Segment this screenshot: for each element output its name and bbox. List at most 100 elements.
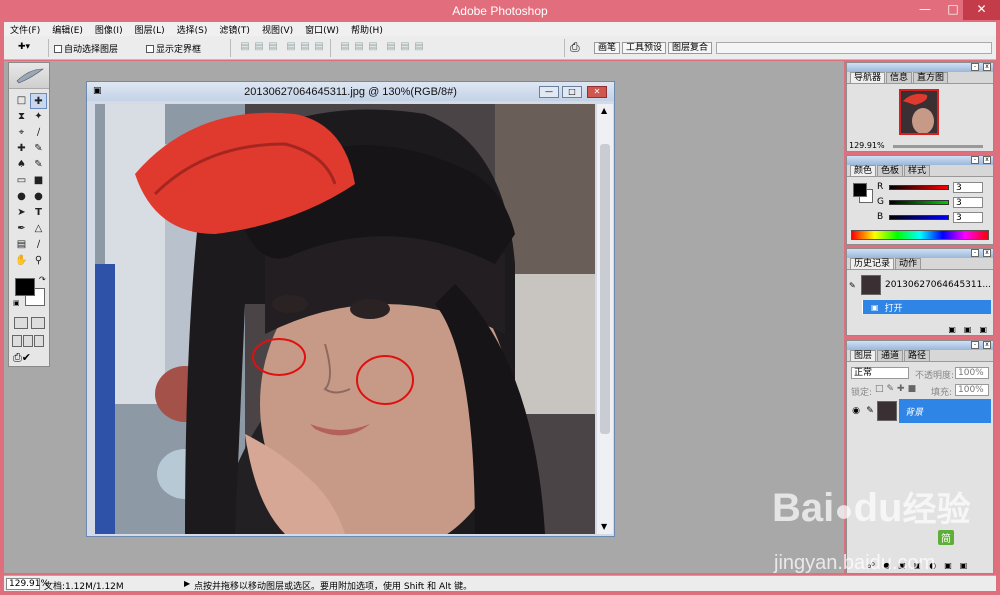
link-icon[interactable]: ☍ [867,561,875,570]
panel-close-icon[interactable]: x [983,341,991,349]
history-brush-source-icon[interactable]: ✎ [849,281,861,290]
navigator-zoom[interactable]: 129.91% [849,141,889,151]
eye-icon[interactable]: ◉ [849,406,863,416]
align-hcenter-icon[interactable]: ▤ [298,41,312,53]
blend-mode-select[interactable]: 正常 [851,367,909,379]
slice-tool-icon[interactable]: ∕ [30,125,47,141]
opacity-field[interactable]: 100% [955,367,989,379]
tab-paths[interactable]: 路径 [904,350,931,361]
new-layer-icon[interactable]: ▣ [944,561,952,570]
delete-layer-icon[interactable]: ▣ [960,561,968,570]
blue-slider[interactable] [889,214,949,220]
menu-select[interactable]: 选择(S) [177,23,208,36]
document-minimize-button[interactable]: — [539,86,559,98]
tab-color[interactable]: 颜色 [850,165,877,176]
document-close-button[interactable]: ✕ [587,86,607,98]
standard-mode-icon[interactable] [14,317,28,329]
distribute-left-icon[interactable]: ▤ [384,41,398,53]
magic-wand-icon[interactable]: ✦ [30,109,47,125]
swap-colors-icon[interactable]: ↷ [39,275,46,284]
menu-image[interactable]: 图像(I) [95,23,123,36]
eraser-tool-icon[interactable]: ▭ [13,173,30,189]
crop-tool-icon[interactable]: ⌖ [13,125,30,141]
align-right-icon[interactable]: ▤ [312,41,326,53]
navigator-thumbnail[interactable] [899,89,939,135]
healing-brush-icon[interactable]: ✚ [13,141,30,157]
menu-edit[interactable]: 编辑(E) [52,23,83,36]
type-tool-icon[interactable]: T [30,205,47,221]
marquee-tool-icon[interactable]: □ [13,93,30,109]
history-brush-icon[interactable]: ✎ [30,157,47,173]
panel-minimize-icon[interactable]: - [971,63,979,71]
align-bottom-icon[interactable]: ▤ [266,41,280,53]
default-colors-icon[interactable]: ▣ [13,299,20,307]
zoom-field[interactable]: 129.91% [6,578,49,590]
trash-icon[interactable]: ▣ [979,325,987,334]
distribute-vcenter-icon[interactable]: ▤ [352,41,366,53]
layer-brush-icon[interactable]: ✎ [863,406,877,416]
distribute-bottom-icon[interactable]: ▤ [366,41,380,53]
history-snapshot-row[interactable]: ✎ 20130627064645311... [849,273,991,297]
close-button[interactable]: ✕ [963,0,1000,20]
red-slider[interactable] [889,184,949,190]
well-tab-brushes[interactable]: 画笔 [594,42,621,54]
panel-minimize-icon[interactable]: - [971,249,979,257]
tab-actions[interactable]: 动作 [895,258,922,269]
file-browser-button[interactable]: ⎙ [570,40,580,55]
layer-style-icon[interactable]: ● [883,561,890,570]
green-value-field[interactable]: 3 [953,196,983,208]
status-arrow-icon[interactable]: ▶ [184,579,190,588]
tab-info[interactable]: 信息 [886,72,913,83]
layer-set-icon[interactable]: ▣ [914,561,922,570]
color-spectrum-bar[interactable] [851,230,989,240]
tab-navigator[interactable]: 导航器 [850,72,886,83]
navigator-zoom-slider[interactable] [893,145,983,148]
lasso-tool-icon[interactable]: ⧗ [13,109,30,125]
menu-window[interactable]: 窗口(W) [305,23,339,36]
document-vertical-scrollbar[interactable]: ▲ ▼ [597,104,613,534]
well-tab-tool-presets[interactable]: 工具预设 [622,42,667,54]
hand-tool-icon[interactable]: ✋ [13,253,30,269]
canvas-photo[interactable] [95,104,595,534]
scroll-thumb[interactable] [600,144,610,434]
tab-layers[interactable]: 图层 [850,350,877,361]
green-slider[interactable] [889,199,949,205]
color-fg-swatch[interactable] [853,183,867,197]
tab-swatches[interactable]: 色板 [877,165,904,176]
align-top-icon[interactable]: ▤ [238,41,252,53]
quickmask-mode-icon[interactable] [31,317,45,329]
notes-tool-icon[interactable]: ▤ [13,237,30,253]
panel-minimize-icon[interactable]: - [971,341,979,349]
new-snapshot-icon[interactable]: ▣ [964,325,972,334]
shape-tool-icon[interactable]: △ [30,221,47,237]
panel-close-icon[interactable]: x [983,156,991,164]
menu-file[interactable]: 文件(F) [10,23,40,36]
fill-field[interactable]: 100% [955,384,989,396]
distribute-hcenter-icon[interactable]: ▤ [398,41,412,53]
dodge-tool-icon[interactable]: ● [30,189,47,205]
foreground-color-swatch[interactable] [15,278,35,296]
show-bounds-checkbox[interactable]: 显示定界框 [146,42,201,55]
brush-tool-icon[interactable]: ✎ [30,141,47,157]
blue-value-field[interactable]: 3 [953,211,983,223]
gradient-tool-icon[interactable]: ■ [30,173,47,189]
document-maximize-button[interactable]: □ [562,86,582,98]
tab-history[interactable]: 历史记录 [850,258,895,269]
move-tool-preset[interactable]: ✚▾ [18,42,30,52]
menu-filter[interactable]: 滤镜(T) [219,23,250,36]
history-checkbox[interactable] [849,300,863,314]
move-tool-icon[interactable]: ✚ [30,93,47,109]
tab-histogram[interactable]: 直方图 [913,72,949,83]
path-select-icon[interactable]: ➤ [13,205,30,221]
pen-tool-icon[interactable]: ✒ [13,221,30,237]
layer-mask-icon[interactable]: ▣ [898,561,906,570]
panel-close-icon[interactable]: x [983,249,991,257]
menu-layer[interactable]: 图层(L) [135,23,165,36]
screen-mode-full-icon[interactable] [34,335,44,347]
distribute-right-icon[interactable]: ▤ [412,41,426,53]
tab-styles[interactable]: 样式 [904,165,931,176]
layer-row[interactable]: ◉ ✎ 背景 [849,399,991,423]
menu-help[interactable]: 帮助(H) [351,23,383,36]
imageready-icon[interactable]: ⎙✔ [13,351,31,365]
screen-mode-full-menu-icon[interactable] [23,335,33,347]
